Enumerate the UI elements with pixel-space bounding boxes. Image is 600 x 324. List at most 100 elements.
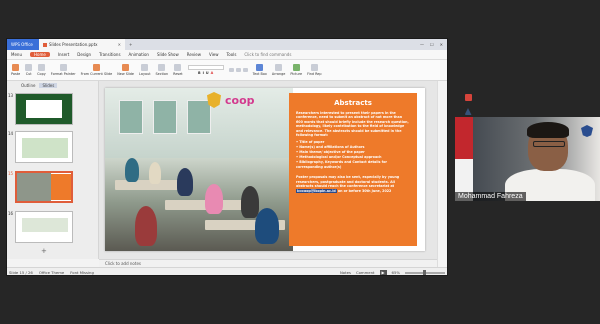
flag [455, 117, 473, 201]
abstracts-box: Abstracts Researchers interested to pres… [289, 93, 417, 246]
bullets-icon[interactable] [228, 68, 234, 72]
reset-icon [174, 64, 182, 71]
underline-icon[interactable]: U [206, 71, 209, 75]
paragraph-row [228, 68, 248, 72]
picture-button[interactable]: Picture [290, 64, 302, 76]
photo-window [119, 100, 143, 134]
copy-button[interactable]: Copy [37, 64, 46, 76]
notes-area[interactable]: Click to add notes [99, 259, 437, 267]
slide-thumbnail[interactable] [15, 131, 73, 163]
zoom-slider[interactable] [405, 269, 445, 275]
tab-wps-office[interactable]: WPS Office [7, 39, 39, 50]
classroom-photo [105, 88, 293, 251]
new-slide-button[interactable]: New Slide [117, 64, 134, 76]
deadline-text: on or before 30th June, 2022 [337, 188, 392, 193]
font-missing-indicator[interactable]: Font Missing [70, 270, 94, 275]
align-icon[interactable] [242, 68, 248, 72]
copy-icon [37, 64, 45, 71]
menu-item-slide-show[interactable]: Slide Show [157, 52, 179, 57]
abstracts-outro: Poster proposals may also be sent, espec… [296, 175, 410, 193]
ribbon-toolbar: Paste Cut Copy Format Painter From Curre… [7, 60, 447, 81]
command-search[interactable]: Click to find commands [244, 52, 291, 57]
menu-bar: Menu Home Insert Design Transitions Anim… [7, 50, 447, 60]
slide-number: 14 [8, 131, 14, 136]
format-painter-button[interactable]: Format Painter [51, 64, 76, 76]
find-icon [310, 64, 318, 71]
current-slide[interactable]: coop Abstracts Researchers interested to… [105, 88, 425, 251]
format-item: • Bibliography, Keywords and Contact det… [296, 160, 387, 170]
text-box-icon [256, 64, 264, 71]
slide-thumbnail[interactable] [15, 211, 73, 243]
menu-item-design[interactable]: Design [77, 52, 91, 57]
paste-button[interactable]: Paste [11, 64, 20, 76]
font-color-icon[interactable]: A [211, 71, 214, 75]
photo-person [125, 158, 139, 182]
maximize-icon[interactable]: ☐ [430, 42, 434, 47]
menu-item-review[interactable]: Review [187, 52, 201, 57]
slide-thumbnail-selected[interactable] [15, 171, 73, 203]
slide-number-current: 15 [8, 171, 14, 176]
thumbnail-content [22, 218, 68, 232]
slide-position: Slide 15 / 26 [9, 270, 33, 275]
add-slide-icon[interactable]: + [41, 247, 47, 255]
reset-button[interactable]: Reset [173, 64, 183, 76]
window-controls: — ☐ ✕ [420, 42, 447, 47]
find-replace-button[interactable]: Find Rep [307, 64, 322, 76]
arrange-icon [275, 64, 283, 71]
tab-slides[interactable]: Slides [39, 82, 58, 88]
from-current-label: From Current Slide [80, 72, 113, 76]
play-slide-icon [92, 64, 100, 71]
tab-outline[interactable]: Outline [21, 83, 35, 88]
tab-document[interactable]: Slides Presentation.pptx ✕ [39, 39, 125, 50]
font-name-select[interactable] [187, 65, 224, 70]
layout-button[interactable]: Layout [139, 64, 151, 76]
tab-bar: WPS Office Slides Presentation.pptx ✕ + … [7, 39, 447, 50]
comment-toggle[interactable]: Comment [356, 270, 375, 275]
cut-button[interactable]: Cut [25, 64, 33, 76]
notes-toggle[interactable]: Notes [340, 270, 351, 275]
section-button[interactable]: Section [155, 64, 169, 76]
menu-item-tools[interactable]: Tools [227, 52, 237, 57]
vertical-scrollbar[interactable] [437, 81, 447, 267]
pen-icon[interactable] [464, 94, 472, 101]
menu-item-transitions[interactable]: Transitions [99, 52, 120, 57]
italic-icon[interactable]: I [203, 71, 204, 75]
text-box-button[interactable]: Text Box [253, 64, 267, 76]
coop-logo: coop [225, 93, 255, 107]
photo-person [255, 208, 279, 244]
layout-label: Layout [139, 72, 151, 76]
new-slide-label: New Slide [117, 72, 134, 76]
close-window-icon[interactable]: ✕ [440, 42, 443, 47]
numbering-icon[interactable] [235, 68, 241, 72]
menu-item-animation[interactable]: Animation [129, 52, 149, 57]
new-tab-icon[interactable]: + [125, 42, 136, 47]
arrange-button[interactable]: Arrange [272, 64, 285, 76]
close-tab-icon[interactable]: ✕ [118, 42, 121, 47]
paste-label: Paste [11, 72, 21, 76]
menu-item-menu[interactable]: Menu [11, 52, 22, 57]
slide-logos: coop [207, 92, 255, 108]
picture-icon [292, 64, 300, 71]
menu-item-home[interactable]: Home [29, 52, 50, 57]
picture-label: Picture [290, 72, 303, 76]
from-current-slide-button[interactable]: From Current Slide [80, 64, 113, 76]
thumbnail-photo [17, 173, 51, 201]
menu-item-view[interactable]: View [209, 52, 219, 57]
paragraph-controls [228, 68, 248, 72]
layout-icon [141, 64, 149, 71]
abstracts-intro: Researchers interested to present their … [296, 111, 409, 138]
thumbnail-box [51, 174, 71, 200]
photo-window [153, 100, 177, 134]
photo-person [241, 186, 259, 218]
theme-name: Office Theme [38, 270, 65, 275]
menu-item-insert[interactable]: Insert [58, 52, 69, 57]
minimize-icon[interactable]: — [420, 42, 424, 47]
bold-icon[interactable]: B [198, 71, 201, 75]
section-label: Section [155, 72, 169, 76]
photo-person [149, 162, 161, 184]
cut-label: Cut [25, 72, 32, 76]
outro-text: Poster proposals may also be sent, espec… [296, 175, 400, 189]
play-icon[interactable]: ▶ [379, 269, 387, 275]
shape-icon[interactable] [464, 108, 472, 115]
slide-thumbnail[interactable] [15, 93, 73, 125]
